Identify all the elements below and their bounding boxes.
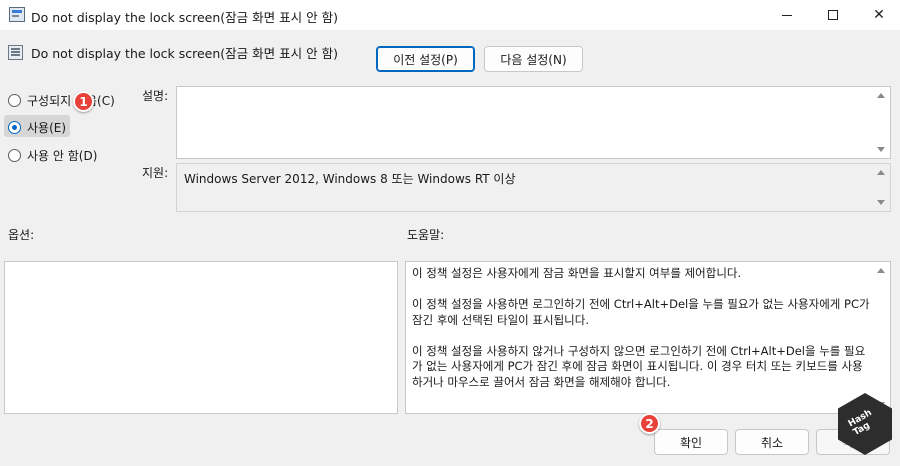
- supported-textbox: Windows Server 2012, Windows 8 또는 Window…: [176, 163, 891, 212]
- hashtag-logo: Hash Tag: [838, 393, 892, 455]
- window-title: Do not display the lock screen(잠금 화면 표시 …: [31, 10, 338, 25]
- policy-title: Do not display the lock screen(잠금 화면 표시 …: [31, 46, 338, 61]
- options-panel: [4, 261, 398, 414]
- help-paragraph: 이 정책 설정은 사용자에게 잠금 화면을 표시할지 여부를 제어합니다.: [412, 266, 742, 280]
- option-enabled[interactable]: 사용(E): [8, 119, 66, 136]
- next-setting-button[interactable]: 다음 설정(N): [484, 46, 583, 72]
- help-scrollbar[interactable]: [873, 262, 890, 413]
- option-label: 구성되지 않음(C): [27, 94, 115, 108]
- option-label: 사용 안 함(D): [27, 149, 98, 163]
- supported-label: 지원:: [142, 166, 169, 180]
- close-icon: ✕: [873, 7, 885, 23]
- help-panel: 이 정책 설정은 사용자에게 잠금 화면을 표시할지 여부를 제어합니다. 이 …: [405, 261, 891, 414]
- scroll-down-icon[interactable]: [877, 200, 885, 205]
- option-not-configured[interactable]: 구성되지 않음(C): [8, 92, 115, 109]
- help-text: 이 정책 설정은 사용자에게 잠금 화면을 표시할지 여부를 제어합니다. 이 …: [412, 266, 870, 406]
- title-bar: Do not display the lock screen(잠금 화면 표시 …: [0, 0, 900, 30]
- options-label: 옵션:: [8, 228, 35, 242]
- option-label: 사용(E): [27, 121, 67, 135]
- description-label: 설명:: [142, 89, 169, 103]
- maximize-button[interactable]: [810, 0, 856, 30]
- scroll-up-icon[interactable]: [877, 268, 885, 273]
- radio-disabled[interactable]: [8, 149, 21, 162]
- minimize-icon: [782, 14, 792, 16]
- policy-setting-icon: [8, 45, 23, 60]
- help-paragraph: 이 정책 설정을 사용하면 로그인하기 전에 Ctrl+Alt+Del을 누를 …: [412, 297, 870, 327]
- annotation-badge-1: 1: [73, 91, 94, 112]
- scroll-up-icon[interactable]: [877, 170, 885, 175]
- scroll-down-icon[interactable]: [877, 147, 885, 152]
- policy-editor-icon: [9, 7, 25, 22]
- close-button[interactable]: ✕: [856, 0, 900, 30]
- radio-enabled[interactable]: [8, 121, 21, 134]
- description-textbox[interactable]: [176, 86, 891, 159]
- minimize-button[interactable]: [764, 0, 810, 30]
- cancel-button[interactable]: 취소: [735, 429, 809, 455]
- scroll-up-icon[interactable]: [877, 93, 885, 98]
- previous-setting-button[interactable]: 이전 설정(P): [376, 46, 475, 72]
- supported-scrollbar[interactable]: [873, 164, 890, 211]
- ok-button[interactable]: 확인: [654, 429, 728, 455]
- description-scrollbar[interactable]: [873, 87, 890, 158]
- supported-text: Windows Server 2012, Windows 8 또는 Window…: [184, 172, 516, 186]
- annotation-badge-2: 2: [639, 413, 660, 434]
- maximize-icon: [828, 10, 838, 20]
- option-disabled[interactable]: 사용 안 함(D): [8, 147, 97, 164]
- help-label: 도움말:: [407, 228, 445, 242]
- radio-not-configured[interactable]: [8, 94, 21, 107]
- help-paragraph: 이 정책 설정을 사용하지 않거나 구성하지 않으면 로그인하기 전에 Ctrl…: [412, 343, 866, 389]
